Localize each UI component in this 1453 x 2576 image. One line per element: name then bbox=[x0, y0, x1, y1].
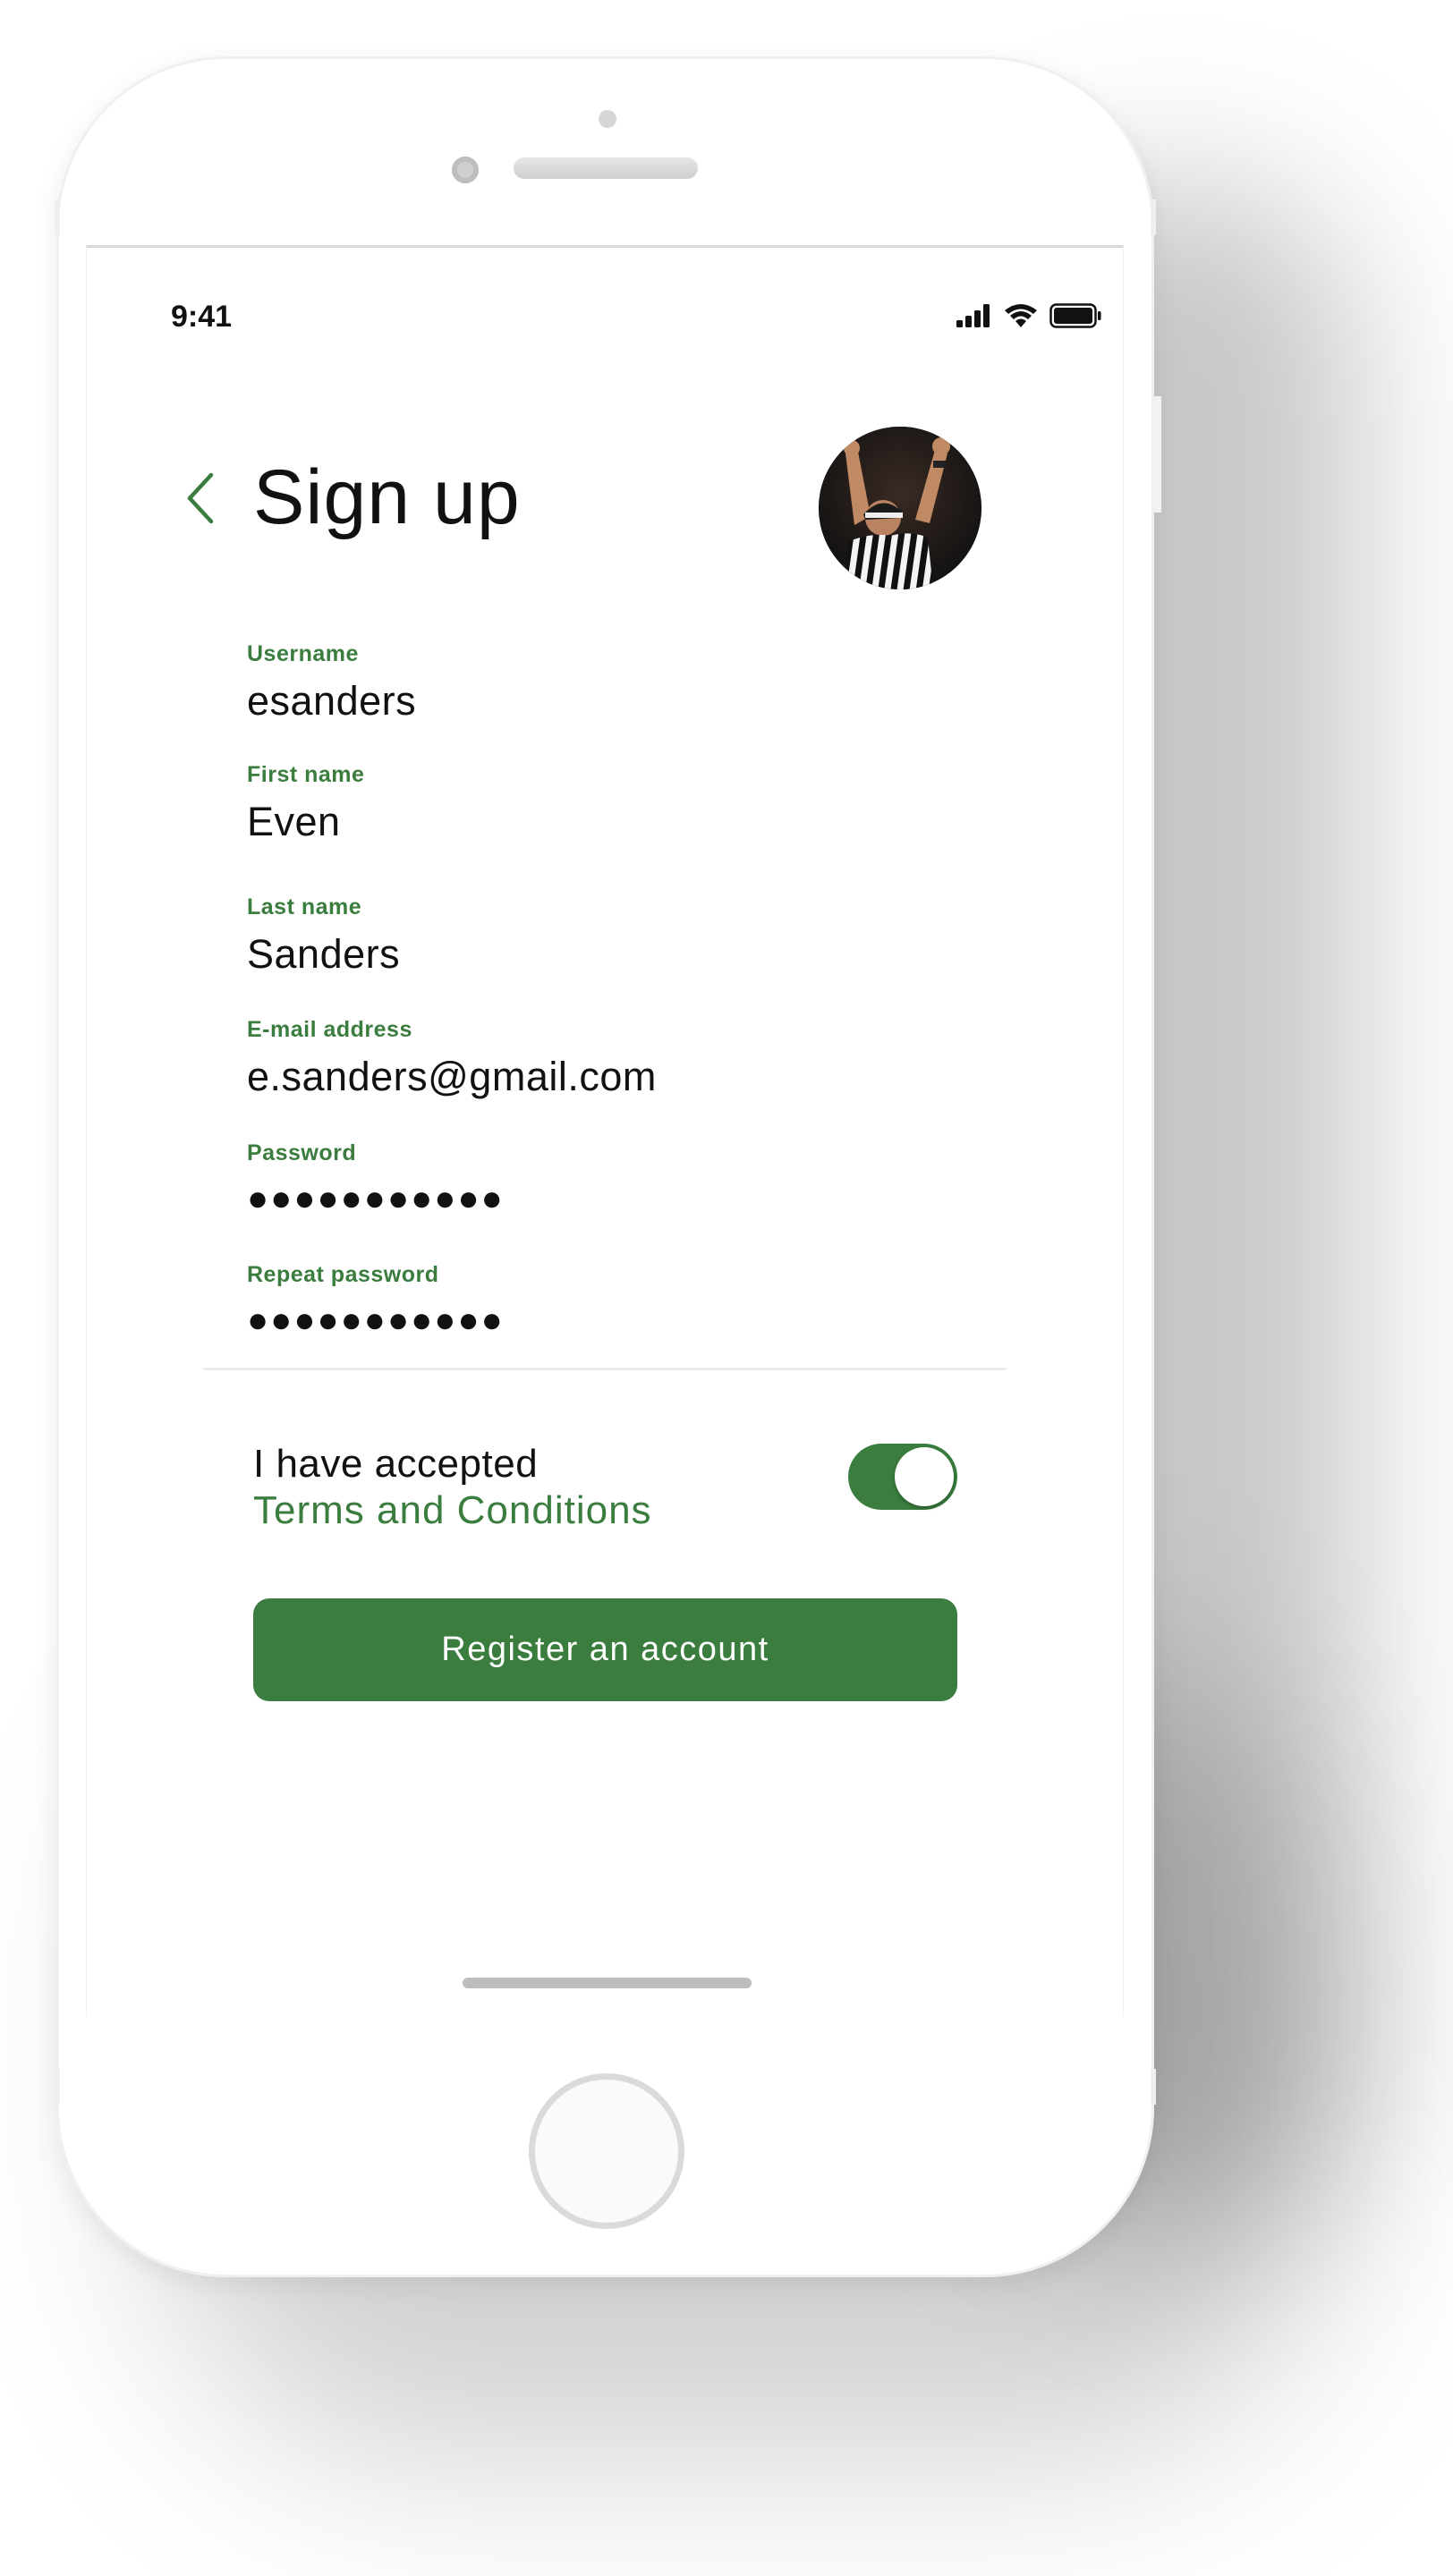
last-name-input[interactable]: Sanders bbox=[247, 931, 400, 978]
terms-link[interactable]: Terms and Conditions bbox=[253, 1488, 652, 1533]
first-name-field[interactable]: First name Even bbox=[247, 762, 364, 845]
front-camera bbox=[452, 157, 479, 183]
repeat-password-field[interactable]: Repeat password ●●●●●●●●●●● bbox=[247, 1262, 505, 1341]
field-label: Password bbox=[247, 1140, 357, 1165]
page-title: Sign up bbox=[253, 454, 521, 540]
toggle-knob bbox=[895, 1447, 954, 1506]
earpiece-speaker bbox=[514, 157, 698, 179]
first-name-input[interactable]: Even bbox=[247, 799, 364, 845]
cellular-signal-icon bbox=[956, 304, 990, 327]
screen: 9:41 Sign up Username esanders First nam… bbox=[86, 245, 1124, 2016]
email-field[interactable]: E-mail address e.sanders@gmail.com bbox=[247, 1017, 657, 1100]
field-label: Last name bbox=[247, 894, 362, 919]
side-button bbox=[1151, 199, 1156, 235]
register-button[interactable]: Register an account bbox=[253, 1598, 957, 1701]
side-button bbox=[55, 199, 60, 235]
side-button bbox=[1151, 2069, 1156, 2105]
status-icons bbox=[956, 300, 1101, 332]
last-name-field[interactable]: Last name Sanders bbox=[247, 894, 400, 978]
power-button bbox=[1154, 396, 1161, 513]
home-button[interactable] bbox=[529, 2073, 684, 2229]
wifi-icon bbox=[1005, 304, 1037, 327]
password-input[interactable]: ●●●●●●●●●●● bbox=[247, 1179, 505, 1219]
proximity-sensor bbox=[599, 110, 616, 128]
chevron-left-icon[interactable] bbox=[179, 470, 222, 527]
username-input[interactable]: esanders bbox=[247, 678, 416, 724]
referee-avatar-image bbox=[819, 427, 981, 589]
email-input[interactable]: e.sanders@gmail.com bbox=[247, 1054, 657, 1100]
battery-icon bbox=[1049, 303, 1101, 328]
divider bbox=[203, 1368, 1007, 1370]
side-button bbox=[55, 2069, 60, 2105]
home-indicator bbox=[463, 1978, 752, 1988]
field-label: Repeat password bbox=[247, 1262, 439, 1287]
username-field[interactable]: Username esanders bbox=[247, 641, 416, 724]
field-label: Username bbox=[247, 641, 359, 666]
avatar[interactable] bbox=[819, 427, 981, 589]
status-time: 9:41 bbox=[171, 300, 233, 334]
password-field[interactable]: Password ●●●●●●●●●●● bbox=[247, 1140, 505, 1219]
field-label: E-mail address bbox=[247, 1017, 412, 1042]
terms-toggle[interactable] bbox=[848, 1444, 957, 1510]
terms-text: I have accepted bbox=[253, 1442, 539, 1486]
repeat-password-input[interactable]: ●●●●●●●●●●● bbox=[247, 1301, 505, 1341]
field-label: First name bbox=[247, 762, 365, 787]
